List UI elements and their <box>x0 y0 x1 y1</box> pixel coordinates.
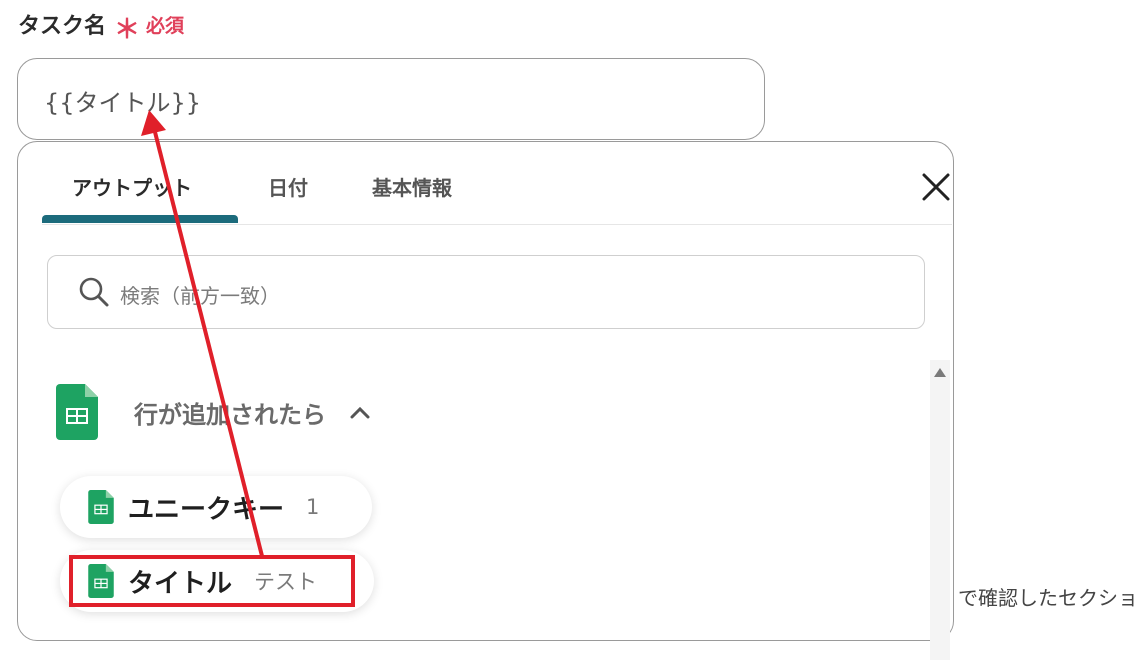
google-sheets-icon <box>88 564 114 598</box>
field-label-row: タスク名 ＊ 必須 <box>18 8 185 45</box>
search-placeholder: 検索（前方一致） <box>120 284 280 308</box>
scrollbar[interactable] <box>930 360 950 660</box>
tab-output[interactable]: アウトプット <box>72 172 192 201</box>
required-text: 必須 <box>146 14 185 37</box>
item-name: ユニークキー <box>128 494 285 525</box>
output-item-title[interactable]: タイトル テスト <box>60 550 374 612</box>
search-input[interactable]: 検索（前方一致） <box>47 255 925 329</box>
chevron-up-icon[interactable] <box>350 405 370 419</box>
item-value: 1 <box>306 495 320 519</box>
required-star: ＊ <box>114 15 141 45</box>
item-name: タイトル <box>128 568 233 599</box>
background-text: で確認したセクショ <box>958 586 1135 610</box>
group-header[interactable]: 行が追加されたら <box>56 384 370 440</box>
tab-basic-info[interactable]: 基本情報 <box>372 172 452 201</box>
google-sheets-icon <box>56 384 98 440</box>
google-sheets-icon <box>88 490 114 524</box>
close-icon[interactable] <box>918 169 954 205</box>
item-value: テスト <box>254 570 318 594</box>
field-label: タスク名 <box>18 14 107 39</box>
scroll-up-icon[interactable] <box>934 368 946 377</box>
search-icon <box>79 277 109 307</box>
tab-date[interactable]: 日付 <box>268 172 308 201</box>
task-name-value: {{タイトル}} <box>44 89 202 117</box>
tab-bar: アウトプット 日付 基本情報 <box>42 142 952 225</box>
group-title: 行が追加されたら <box>134 400 326 429</box>
output-item-unique-key[interactable]: ユニークキー 1 <box>60 476 372 538</box>
active-tab-indicator <box>42 215 238 223</box>
task-name-input[interactable]: {{タイトル}} <box>17 58 765 140</box>
